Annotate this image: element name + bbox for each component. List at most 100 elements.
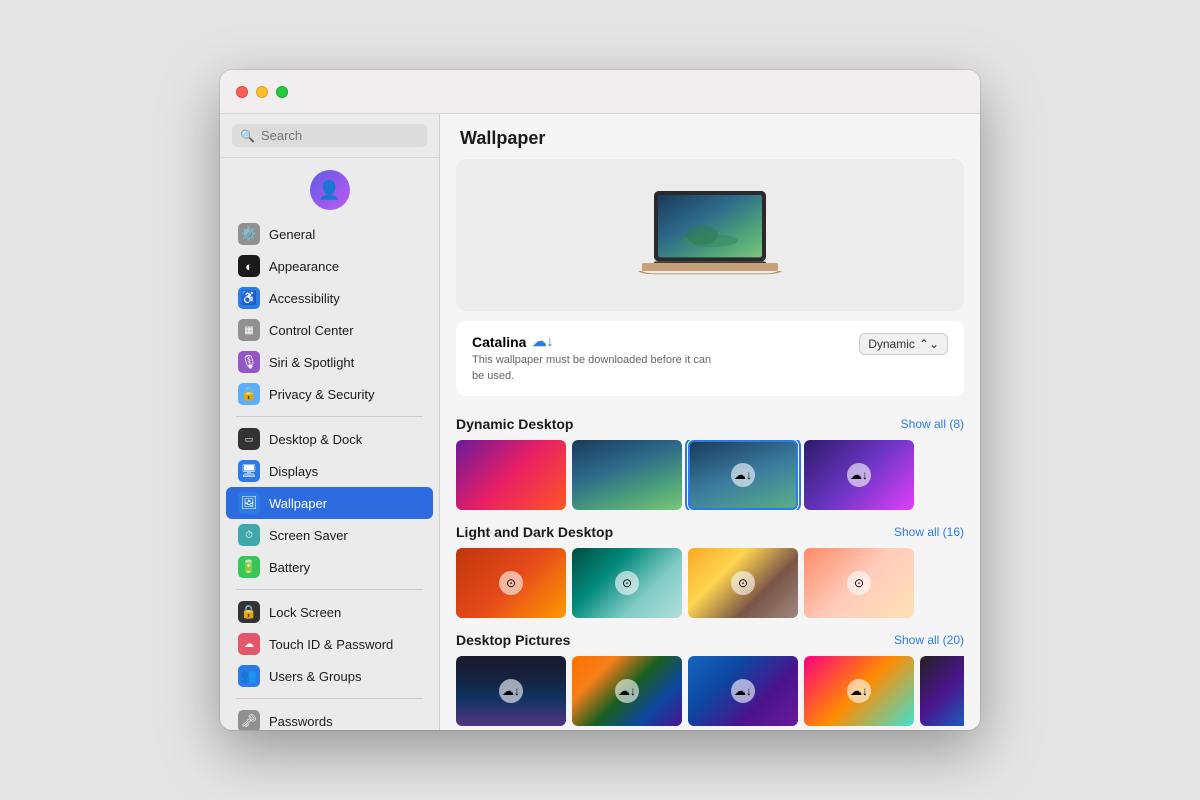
sidebar-item-control-center[interactable]: ▦ Control Center [226,314,433,346]
wallpaper-name: Catalina ☁↓ [472,333,712,350]
sidebar-list: 👤 ⚙️ General ◐ Appearance ♿ Accessibilit… [220,158,439,730]
gallery-section-light-dark: Light and Dark Desktop Show all (16) ⊙ ⊙… [440,514,980,622]
sidebar-item-desktop-dock[interactable]: ▭ Desktop & Dock [226,423,433,455]
wallpaper-thumb[interactable]: ☁↓ [456,656,566,726]
sidebar-item-screen-saver[interactable]: ⏱ Screen Saver [226,519,433,551]
right-panel: Wallpaper [440,114,980,730]
gallery-section-title: Dynamic Desktop [456,416,573,432]
wallpaper-name-section: Catalina ☁↓ This wallpaper must be downl… [472,333,712,384]
sidebar-item-label: Lock Screen [269,605,341,620]
battery-icon: 🔋 [238,556,260,578]
general-icon: ⚙️ [238,223,260,245]
show-all-dynamic[interactable]: Show all (8) [901,417,964,431]
wallpaper-info-card: Catalina ☁↓ This wallpaper must be downl… [456,321,964,396]
gallery-grid-dynamic: ☁↓ ☁↓ [456,440,964,510]
sidebar-item-label: Displays [269,464,318,479]
gallery-section-title: Light and Dark Desktop [456,524,613,540]
wallpaper-thumb[interactable]: ⊙ [572,548,682,618]
sidebar-item-siri[interactable]: 🎙 Siri & Spotlight [226,346,433,378]
sidebar-item-lock-screen[interactable]: 🔒 Lock Screen [226,596,433,628]
download-icon: ⊙ [847,571,871,595]
titlebar [220,70,980,114]
sidebar-item-privacy[interactable]: 🔒 Privacy & Security [226,378,433,410]
passwords-icon: 🗝 [238,710,260,730]
gallery-header: Desktop Pictures Show all (20) [456,632,964,648]
dynamic-label: Dynamic [868,337,915,351]
sidebar-item-label: General [269,227,315,242]
sidebar-item-accessibility[interactable]: ♿ Accessibility [226,282,433,314]
gallery-section-dynamic-desktop: Dynamic Desktop Show all (8) ☁↓ ☁↓ [440,406,980,514]
sidebar-item-touch-id[interactable]: ☁ Touch ID & Password [226,628,433,660]
wallpaper-thumb[interactable]: ⊙ [456,548,566,618]
wallpaper-thumb[interactable]: ⊙ [804,548,914,618]
sidebar-item-battery[interactable]: 🔋 Battery [226,551,433,583]
download-icon: ☁↓ [731,463,755,487]
sidebar-divider-2 [236,589,423,590]
sidebar-item-wallpaper[interactable]: 🖼 Wallpaper [226,487,433,519]
sidebar-item-appearance[interactable]: ◐ Appearance [226,250,433,282]
accessibility-icon: ♿ [238,287,260,309]
siri-icon: 🎙 [238,351,260,373]
minimize-button[interactable] [256,86,268,98]
wallpaper-thumb[interactable] [572,440,682,510]
wallpaper-thumb-selected[interactable]: ☁↓ [688,440,798,510]
dynamic-dropdown[interactable]: Dynamic ⌃⌄ [859,333,948,355]
gallery-section-desktop-pictures: Desktop Pictures Show all (20) ☁↓ ☁↓ ☁↓ … [440,622,980,730]
main-window: 🔍 👤 ⚙️ General ◐ Appearan [220,70,980,730]
download-icon: ☁↓ [847,463,871,487]
wallpaper-thumb[interactable]: ⊙ [688,548,798,618]
sidebar-item-label: Wallpaper [269,496,327,511]
wallpaper-name-text: Catalina [472,334,526,350]
user-avatar-item[interactable]: 👤 [220,166,439,218]
displays-icon: 🖥 [238,460,260,482]
users-groups-icon: 👥 [238,665,260,687]
download-icon: ☁↓ [731,679,755,703]
cloud-download-icon[interactable]: ☁↓ [532,333,553,350]
laptop-preview [456,159,964,311]
wallpaper-thumb[interactable]: ☁↓ [804,656,914,726]
sidebar-item-displays[interactable]: 🖥 Displays [226,455,433,487]
gallery-header: Light and Dark Desktop Show all (16) [456,524,964,540]
show-all-light-dark[interactable]: Show all (16) [894,525,964,539]
download-icon: ☁↓ [499,679,523,703]
wallpaper-icon: 🖼 [238,492,260,514]
close-button[interactable] [236,86,248,98]
sidebar-item-label: Appearance [269,259,339,274]
sidebar-item-label: Privacy & Security [269,387,374,402]
sidebar: 🔍 👤 ⚙️ General ◐ Appearan [220,114,440,730]
user-avatar: 👤 [310,170,350,210]
sidebar-item-label: Screen Saver [269,528,348,543]
sidebar-item-label: Battery [269,560,310,575]
gallery-header: Dynamic Desktop Show all (8) [456,416,964,432]
sidebar-item-label: Siri & Spotlight [269,355,354,370]
desktop-dock-icon: ▭ [238,428,260,450]
wallpaper-desc: This wallpaper must be downloaded before… [472,353,712,384]
wallpaper-thumb[interactable] [456,440,566,510]
sidebar-item-users-groups[interactable]: 👥 Users & Groups [226,660,433,692]
search-input[interactable] [261,128,419,143]
appearance-icon: ◐ [238,255,260,277]
search-icon: 🔍 [240,129,255,143]
main-content: 🔍 👤 ⚙️ General ◐ Appearan [220,114,980,730]
maximize-button[interactable] [276,86,288,98]
search-bar[interactable]: 🔍 [232,124,427,147]
sidebar-item-label: Accessibility [269,291,340,306]
wallpaper-thumb[interactable]: ☁↓ [804,440,914,510]
download-icon: ⊙ [499,571,523,595]
search-container: 🔍 [220,114,439,158]
traffic-lights [236,86,288,98]
wallpaper-thumb[interactable] [920,656,964,726]
sidebar-item-label: Passwords [269,714,333,729]
gallery-section-title: Desktop Pictures [456,632,570,648]
download-icon: ☁↓ [615,679,639,703]
sidebar-divider-1 [236,416,423,417]
wallpaper-thumb[interactable]: ☁↓ [572,656,682,726]
laptop-illustration [630,183,790,287]
control-center-icon: ▦ [238,319,260,341]
sidebar-item-general[interactable]: ⚙️ General [226,218,433,250]
sidebar-item-passwords[interactable]: 🗝 Passwords [226,705,433,730]
download-icon: ⊙ [615,571,639,595]
wallpaper-thumb[interactable]: ☁↓ [688,656,798,726]
screen-saver-icon: ⏱ [238,524,260,546]
show-all-desktop[interactable]: Show all (20) [894,633,964,647]
